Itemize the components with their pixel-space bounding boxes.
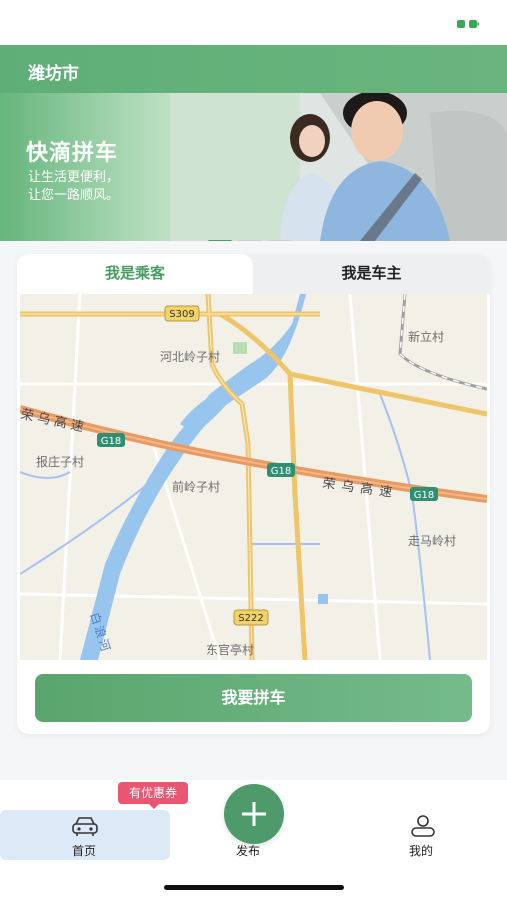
map-canvas[interactable]: S309 G18 G18 G18 S222 河北岭子村 新立村 报庄子村 前岭子… (20, 294, 487, 660)
map-label-dongguan: 东官亭村 (206, 642, 254, 657)
banner-subtitle-2: 让您一路顺风。 (28, 188, 120, 203)
car-icon (72, 817, 98, 836)
map-label-qianling: 前岭子村 (172, 479, 220, 494)
banner-photo (170, 93, 507, 241)
map-label-s309: S309 (169, 309, 194, 320)
banner-subtitle-1: 让生活更便利， (28, 170, 120, 185)
map-label-xinli: 新立村 (408, 329, 444, 344)
nav-publish-label[interactable]: 发布 (236, 842, 260, 859)
map-label-s222: S222 (238, 613, 263, 624)
plus-icon (242, 802, 266, 826)
coupon-badge[interactable]: 有优惠券 (118, 782, 188, 804)
nav-mine[interactable]: 我的 (390, 810, 460, 860)
request-ride-button[interactable]: 我要拼车 (35, 674, 472, 722)
home-indicator (164, 885, 344, 890)
battery-icon (457, 20, 479, 28)
publish-button[interactable] (224, 784, 284, 844)
tab-passenger[interactable]: 我是乘客 (17, 254, 253, 294)
nav-mine-label: 我的 (409, 844, 434, 858)
carousel-dot-active[interactable] (208, 240, 232, 241)
map-label-g18-center: G18 (271, 466, 291, 477)
role-tabs: 我是乘客 我是车主 (17, 254, 490, 294)
banner-title: 快滴拼车 (26, 141, 119, 166)
header: 潍坊市 (0, 45, 507, 93)
booking-panel: 我是乘客 我是车主 S309 G18 G18 G18 S222 河北岭子村 新立… (17, 254, 490, 734)
city-selector[interactable]: 潍坊市 (28, 59, 79, 84)
carousel-dot[interactable] (268, 240, 292, 241)
tab-driver[interactable]: 我是车主 (253, 254, 490, 294)
nav-home[interactable]: 首页 (0, 810, 170, 860)
map-label-zouma: 走马岭村 (408, 534, 456, 548)
bottom-tabbar: 首页 有优惠券 发布 我的 (0, 780, 507, 900)
coupon-badge-tail (148, 803, 160, 809)
carousel-dot[interactable] (238, 240, 262, 241)
map-label-g18-left: G18 (101, 436, 121, 447)
map-label-hebei: 河北岭子村 (160, 350, 220, 364)
carousel-indicator[interactable] (208, 228, 298, 241)
nav-home-label: 首页 (72, 844, 97, 858)
status-bar (0, 0, 507, 45)
map-label-baozhuang: 报庄子村 (36, 454, 84, 469)
promo-banner[interactable]: 快滴拼车 让生活更便利， 让您一路顺风。 (0, 93, 507, 241)
user-icon (411, 815, 435, 837)
map-view[interactable]: S309 G18 G18 G18 S222 河北岭子村 新立村 报庄子村 前岭子… (20, 294, 487, 660)
map-label-g18-right: G18 (414, 490, 434, 501)
